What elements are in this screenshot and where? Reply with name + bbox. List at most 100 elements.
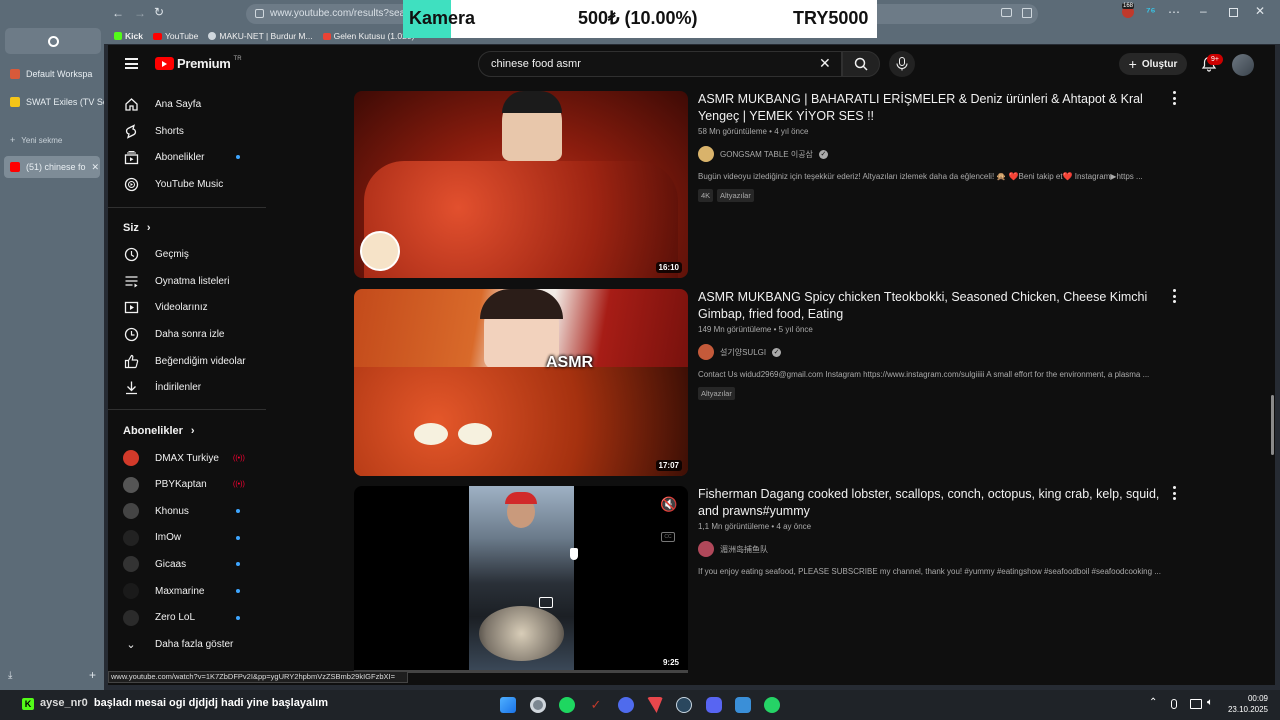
video-duration: 17:07 — [655, 460, 682, 471]
search-input[interactable]: chinese food asmr — [478, 51, 842, 77]
clock-time: 00:09 — [1247, 694, 1268, 703]
guide-item-downloads[interactable]: İndirilenler — [108, 374, 266, 400]
subscriptions-section-header[interactable]: Abonelikler › — [123, 425, 195, 437]
mute-icon[interactable]: 🔇 — [660, 496, 677, 513]
goal-label: Kamera — [409, 8, 476, 28]
hamburger-menu-icon[interactable] — [125, 58, 138, 69]
guide-item-shorts[interactable]: Shorts — [108, 118, 266, 144]
forward-icon[interactable]: → — [134, 6, 146, 20]
video-description: Contact Us widud2969@gmail.com Instagram… — [698, 370, 1150, 379]
video-metadata: 1,1 Mn görüntüleme • 4 ay önce — [698, 522, 812, 531]
shorts-icon — [123, 123, 139, 139]
guide-item-playlists[interactable]: Oynatma listeleri — [108, 268, 266, 294]
youtube-page: Premium TR chinese food asmr ✕ + Oluştur … — [108, 45, 1275, 685]
history-icon — [123, 246, 139, 262]
steam-icon[interactable] — [676, 697, 692, 713]
subscription-item[interactable]: Gicaas — [108, 551, 266, 577]
bookmark-youtube[interactable]: YouTube — [152, 31, 198, 41]
guide-item-home[interactable]: Ana Sayfa — [108, 91, 266, 117]
menu-icon[interactable]: ⋯ — [1168, 5, 1180, 19]
pinned-google-tab[interactable] — [5, 28, 101, 54]
create-button[interactable]: + Oluştur — [1119, 53, 1187, 75]
whatsapp-icon[interactable] — [764, 697, 780, 713]
add-icon[interactable]: + — [89, 668, 96, 682]
tab-youtube-active[interactable]: (51) chinese fo ✕ — [4, 156, 100, 178]
video-title[interactable]: Fisherman Dagang cooked lobster, scallop… — [698, 486, 1168, 520]
spotify-icon[interactable] — [559, 697, 575, 713]
back-icon[interactable]: ← — [112, 6, 124, 20]
vpn-icon[interactable] — [618, 697, 634, 713]
channel-link[interactable]: 湄洲岛捕鱼队 — [698, 541, 768, 557]
more-actions-icon[interactable] — [1170, 91, 1178, 105]
video-title[interactable]: ASMR MUKBANG | BAHARATLI ERİŞMELER & Den… — [698, 91, 1168, 125]
guide-item-liked-videos[interactable]: Beğendiğim videolar — [108, 348, 266, 374]
tray-network-icon[interactable] — [1190, 699, 1202, 709]
download-icon[interactable]: ⤓ — [8, 670, 12, 681]
tray-chevron-icon[interactable]: ⌃ — [1149, 697, 1157, 708]
start-icon[interactable] — [500, 697, 516, 713]
close-window-icon[interactable]: ✕ — [1255, 4, 1265, 18]
site-info-icon[interactable] — [255, 9, 264, 18]
pip-icon[interactable] — [539, 597, 553, 608]
screenshot-icon[interactable] — [1001, 8, 1012, 17]
bookmark-kick[interactable]: Kick — [114, 31, 143, 41]
subscription-item[interactable]: ImOw — [108, 525, 266, 551]
extension-badge: 168 — [1122, 3, 1135, 9]
guide-item-history[interactable]: Geçmiş — [108, 241, 266, 267]
chevron-right-icon: › — [190, 425, 195, 437]
new-tab-button[interactable]: + Yeni sekme — [0, 129, 104, 151]
maximize-icon[interactable] — [1229, 8, 1238, 17]
guide-item-youtube-music[interactable]: YouTube Music — [108, 171, 266, 197]
app-icon[interactable]: ✓ — [588, 697, 604, 713]
settings-app-icon[interactable] — [735, 697, 751, 713]
live-indicator-icon: ((•)) — [233, 454, 245, 462]
bookmark-maku-net[interactable]: MAKU-NET | Burdur M... — [208, 31, 313, 41]
search-button[interactable] — [842, 51, 880, 77]
more-actions-icon[interactable] — [1170, 289, 1178, 303]
channel-link[interactable]: GONGSAM TABLE 이공삼 ✓ — [698, 146, 828, 162]
subscription-item[interactable]: Zero LoL — [108, 605, 266, 631]
microphone-icon — [896, 57, 908, 71]
url-text: www.youtube.com/results?search — [270, 8, 419, 19]
channel-avatar — [698, 146, 714, 162]
channel-link[interactable]: 설기양SULGI ✓ — [698, 344, 782, 360]
badge-4k: 4K — [698, 189, 714, 202]
tray-mic-icon[interactable] — [1171, 699, 1177, 709]
chrome-icon[interactable] — [530, 697, 546, 713]
guide-item-your-videos[interactable]: Videolarınız — [108, 294, 266, 320]
video-title[interactable]: ASMR MUKBANG Spicy chicken Tteokbokki, S… — [698, 289, 1168, 323]
thumbnail-hair — [480, 289, 563, 319]
logo-text: Premium — [177, 56, 231, 71]
more-actions-icon[interactable] — [1170, 486, 1178, 500]
reload-icon[interactable]: ↻ — [154, 5, 164, 19]
youtube-play-icon — [155, 57, 174, 70]
subscription-item[interactable]: DMAX Turkiye ((•)) — [108, 445, 266, 471]
video-thumbnail[interactable]: ASMR 17:07 — [354, 289, 688, 476]
subscription-item[interactable]: PBYKaptan ((•)) — [108, 472, 266, 498]
you-section-header[interactable]: Siz › — [123, 222, 151, 234]
subscription-item[interactable]: Khonus — [108, 498, 266, 524]
close-tab-icon[interactable]: ✕ — [92, 162, 100, 173]
tray-volume-icon[interactable]: 🔈︎ — [1207, 697, 1213, 708]
extension-icon-2[interactable]: ⁷⁶ — [1146, 6, 1156, 18]
tab-swat-exiles[interactable]: SWAT Exiles (TV Se — [0, 91, 104, 113]
channel-avatar — [698, 541, 714, 557]
video-preview-player[interactable]: 🔇 CC 9:25 — [354, 486, 688, 673]
discord-icon[interactable] — [706, 697, 722, 713]
account-avatar[interactable] — [1232, 54, 1254, 76]
page-scrollbar[interactable] — [1271, 395, 1274, 455]
minimize-icon[interactable]: – — [1200, 4, 1207, 18]
voice-search-button[interactable] — [889, 51, 915, 77]
clock[interactable]: 00:09 23.10.2025 — [1222, 693, 1268, 715]
workspace-item[interactable]: Default Workspa — [0, 63, 104, 85]
youtube-logo[interactable]: Premium TR — [155, 56, 242, 71]
new-content-dot — [236, 589, 240, 593]
captions-icon[interactable]: CC — [661, 532, 675, 542]
guide-item-watch-later[interactable]: Daha sonra izle — [108, 321, 266, 347]
show-more-button[interactable]: ⌄ Daha fazla göster — [108, 631, 266, 657]
video-thumbnail[interactable]: 16:10 — [354, 91, 688, 278]
clear-search-icon[interactable]: ✕ — [819, 55, 831, 72]
guide-item-subscriptions[interactable]: Abonelikler — [108, 144, 266, 170]
reader-icon[interactable] — [1022, 8, 1032, 18]
subscription-item[interactable]: Maxmarine — [108, 578, 266, 604]
